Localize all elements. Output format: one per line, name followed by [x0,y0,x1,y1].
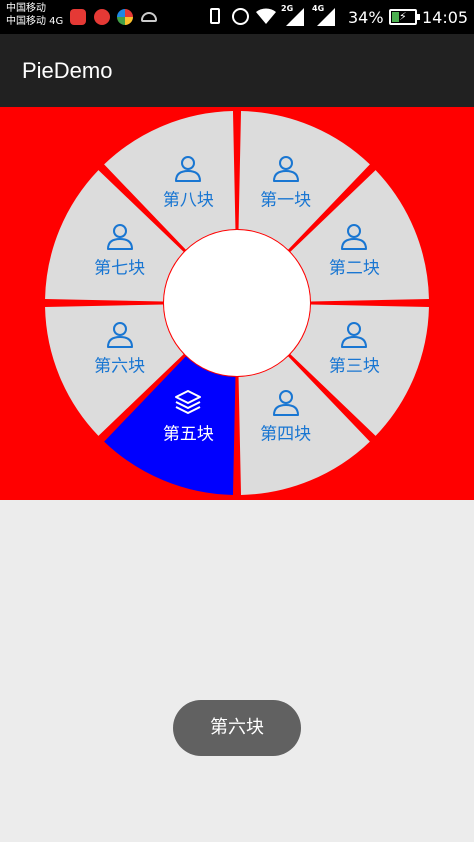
pie-segment-label: 第八块 [162,190,214,211]
user-icon [106,224,133,251]
notification-app-icon [70,9,86,25]
battery-percent: 34% [348,8,384,27]
user-icon [175,155,202,182]
carrier-label-1: 中国移动 [6,3,46,14]
user-icon [272,390,299,417]
pie-menu [45,111,429,495]
pie-segment-label: 第五块 [162,424,214,445]
app-bar: PieDemo [0,34,474,107]
notification-app-icon [117,9,133,25]
pie-segment-label: 第二块 [328,258,380,279]
notification-app-icon [94,9,110,25]
user-icon [341,321,368,348]
battery-fill [392,12,399,22]
alarm-icon [232,8,249,25]
android-debug-icon [141,12,157,22]
signal-icon [286,8,304,26]
pie-center-hole [164,230,310,376]
pie-segment-label: 第三块 [328,356,380,377]
user-icon [106,321,133,348]
charging-icon: ⚡ [399,10,407,23]
pie-container: 第一块第二块第三块第四块 第五块 第六块 第七块 第八块 [0,107,474,500]
clock: 14:05 [422,8,469,27]
pie-segment-label: 第四块 [260,424,312,445]
pie-segment-label: 第七块 [94,258,146,279]
status-bar: 中国移动 中国移动 4G 2G 4G 34% ⚡ 14:05 [0,0,474,34]
layers-icon [175,390,202,415]
user-icon [341,224,368,251]
user-icon [272,155,299,182]
pie-segment-label: 第六块 [94,356,146,377]
battery-cap [417,14,420,20]
wifi-icon [256,8,276,24]
battery-icon: ⚡ [389,9,417,25]
vibrate-icon [210,8,220,24]
toast-message: 第六块 [173,700,301,756]
app-title: PieDemo [22,58,113,83]
carrier-label-2: 中国移动 4G [6,16,64,27]
signal-icon [317,8,335,26]
pie-segment-label: 第一块 [260,190,312,211]
